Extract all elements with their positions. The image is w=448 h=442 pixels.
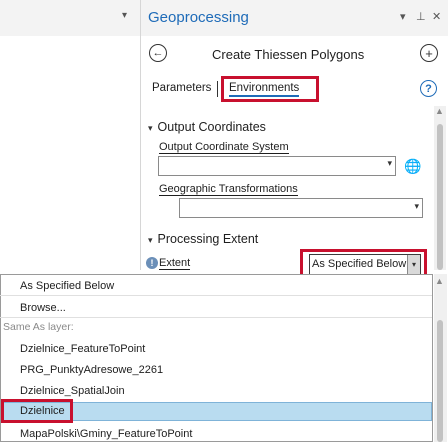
extent-label: Extent xyxy=(159,257,191,270)
dropdown-arrow-icon[interactable]: ▾ xyxy=(407,255,420,274)
list-scroll-thumb[interactable] xyxy=(437,320,443,442)
geographic-transformations-select[interactable]: ▾ xyxy=(179,198,423,218)
pane-title: Geoprocessing xyxy=(148,9,249,26)
tab-divider xyxy=(217,81,218,97)
pane-scroll-thumb[interactable] xyxy=(437,124,443,270)
dropdown-option-as-specified[interactable]: As Specified Below xyxy=(20,280,114,292)
pin-icon[interactable]: ⊥ xyxy=(416,10,426,23)
section-title: Output Coordinates xyxy=(157,120,266,134)
close-icon[interactable]: ✕ xyxy=(432,10,441,23)
tab-parameters[interactable]: Parameters xyxy=(152,82,211,94)
geoprocessing-pane: Geoprocessing ▾ ⊥ ✕ ← Create Thiessen Po… xyxy=(141,0,448,270)
left-panel xyxy=(0,0,141,270)
divider xyxy=(0,295,432,296)
help-icon[interactable]: ? xyxy=(420,80,437,97)
extent-select[interactable]: As Specified Below ▾ xyxy=(309,254,421,275)
tab-environments[interactable]: Environments xyxy=(229,82,300,97)
geographic-transformations-label: Geographic Transformations xyxy=(159,183,298,196)
dropdown-arrow-icon[interactable]: ▾ xyxy=(387,158,392,169)
chevron-down-icon[interactable]: ▾ xyxy=(122,10,127,21)
left-panel-header xyxy=(0,0,140,36)
dropdown-option-layer[interactable]: PRG_PunktyAdresowe_2261 xyxy=(20,364,163,376)
dropdown-arrow-icon[interactable]: ▾ xyxy=(414,201,419,212)
scroll-up-icon[interactable]: ▲ xyxy=(435,106,444,116)
scroll-up-icon[interactable]: ▲ xyxy=(435,276,444,286)
back-icon[interactable]: ← xyxy=(149,44,167,62)
dropdown-option-layer[interactable]: Dzielnice_SpatialJoin xyxy=(20,385,125,397)
pane-options-icon[interactable]: ▾ xyxy=(400,10,406,23)
output-coordinate-system-select[interactable]: ▾ xyxy=(158,156,396,176)
divider xyxy=(0,317,432,318)
dropdown-option-layer[interactable]: Dzielnice_FeatureToPoint xyxy=(20,343,145,355)
tool-title: Create Thiessen Polygons xyxy=(212,47,365,62)
selected-option-highlight xyxy=(1,399,73,423)
dropdown-option-layer[interactable]: MapaPolski\Gminy_FeatureToPoint xyxy=(20,428,192,440)
output-coordinate-system-label: Output Coordinate System xyxy=(159,141,289,154)
dropdown-option-browse[interactable]: Browse... xyxy=(20,302,66,314)
dropdown-group-label: Same As layer: xyxy=(3,321,74,333)
output-coordinates-header[interactable]: ▾ Output Coordinates xyxy=(148,120,266,134)
add-icon[interactable]: + xyxy=(420,44,438,62)
globe-icon[interactable]: 🌐 xyxy=(404,158,421,175)
info-icon[interactable]: ! xyxy=(146,257,158,269)
section-title: Processing Extent xyxy=(157,232,259,246)
extent-select-value: As Specified Below xyxy=(312,258,407,270)
chevron-down-icon: ▾ xyxy=(148,235,153,245)
processing-extent-header[interactable]: ▾ Processing Extent xyxy=(148,232,258,246)
chevron-down-icon: ▾ xyxy=(148,123,153,133)
